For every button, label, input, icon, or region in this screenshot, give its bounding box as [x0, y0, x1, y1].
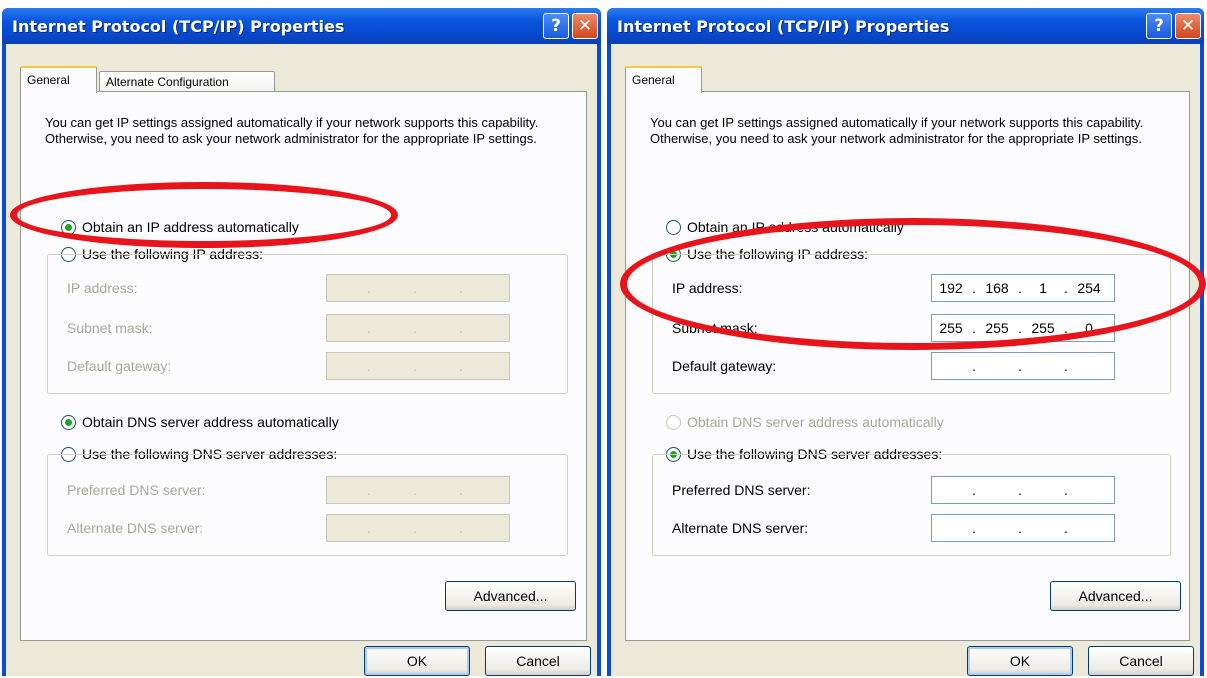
alternate-dns-label: Alternate DNS server:: [67, 520, 204, 536]
help-icon[interactable]: ?: [543, 13, 569, 39]
ip-address-label: IP address:: [672, 280, 743, 296]
radio-disabled-icon: [666, 414, 681, 430]
subnet-mask-label: Subnet mask:: [67, 320, 153, 336]
ip-address-label: IP address:: [67, 280, 138, 296]
help-icon[interactable]: ?: [1146, 13, 1172, 39]
ok-button[interactable]: OK: [364, 646, 470, 676]
default-gateway-label: Default gateway:: [672, 358, 777, 374]
advanced-button[interactable]: Advanced...: [445, 581, 576, 611]
radio-selected-icon: [61, 414, 76, 430]
dialog-body: General You can get IP settings assigned…: [611, 44, 1200, 676]
title-bar[interactable]: Internet Protocol (TCP/IP) Properties ? …: [607, 8, 1204, 44]
default-gateway-label: Default gateway:: [67, 358, 172, 374]
window-title: Internet Protocol (TCP/IP) Properties: [617, 17, 950, 36]
cancel-button[interactable]: Cancel: [1088, 646, 1194, 676]
ip-address-field[interactable]: 192. 168. 1. 254: [931, 274, 1115, 302]
default-gateway-field[interactable]: ...: [931, 352, 1115, 380]
ok-button[interactable]: OK: [967, 646, 1073, 676]
radio-selected-icon: [61, 219, 76, 235]
radio-obtain-ip-auto[interactable]: Obtain an IP address automatically: [666, 218, 904, 236]
tab-general[interactable]: General: [625, 66, 702, 93]
general-tab-panel: You can get IP settings assigned automat…: [625, 91, 1190, 641]
dialog-body: General Alternate Configuration You can …: [6, 44, 597, 676]
close-icon[interactable]: ✕: [1175, 13, 1201, 39]
preferred-dns-field[interactable]: ...: [326, 476, 510, 504]
description-text: You can get IP settings assigned automat…: [650, 115, 1144, 146]
subnet-mask-label: Subnet mask:: [672, 320, 758, 336]
radio-label: Obtain DNS server address automatically: [82, 414, 339, 430]
cancel-button[interactable]: Cancel: [485, 646, 591, 676]
alternate-dns-field[interactable]: ...: [326, 514, 510, 542]
default-gateway-field[interactable]: ...: [326, 352, 510, 380]
alternate-dns-field[interactable]: ...: [931, 514, 1115, 542]
radio-label: Obtain an IP address automatically: [687, 219, 904, 235]
radio-label: Obtain DNS server address automatically: [687, 414, 944, 430]
title-bar[interactable]: Internet Protocol (TCP/IP) Properties ? …: [2, 8, 601, 44]
description-text: You can get IP settings assigned automat…: [45, 115, 539, 146]
radio-unselected-icon: [666, 219, 681, 235]
ip-address-field[interactable]: ...: [326, 274, 510, 302]
radio-obtain-dns-auto[interactable]: Obtain DNS server address automatically: [61, 413, 339, 431]
alternate-dns-label: Alternate DNS server:: [672, 520, 809, 536]
tcpip-properties-dialog-left: Internet Protocol (TCP/IP) Properties ? …: [2, 8, 601, 676]
preferred-dns-label: Preferred DNS server:: [67, 482, 206, 498]
preferred-dns-field[interactable]: ...: [931, 476, 1115, 504]
window-title: Internet Protocol (TCP/IP) Properties: [12, 17, 345, 36]
radio-obtain-dns-auto[interactable]: Obtain DNS server address automatically: [666, 413, 944, 431]
radio-label: Obtain an IP address automatically: [82, 219, 299, 235]
general-tab-panel: You can get IP settings assigned automat…: [20, 91, 587, 641]
tab-alternate-configuration[interactable]: Alternate Configuration: [99, 71, 275, 92]
advanced-button[interactable]: Advanced...: [1050, 581, 1181, 611]
close-icon[interactable]: ✕: [572, 13, 598, 39]
tcpip-properties-dialog-right: Internet Protocol (TCP/IP) Properties ? …: [607, 8, 1204, 676]
subnet-mask-field[interactable]: ...: [326, 314, 510, 342]
subnet-mask-field[interactable]: 255. 255. 255. 0: [931, 314, 1115, 342]
radio-obtain-ip-auto[interactable]: Obtain an IP address automatically: [61, 218, 299, 236]
tab-general[interactable]: General: [20, 66, 97, 93]
preferred-dns-label: Preferred DNS server:: [672, 482, 811, 498]
